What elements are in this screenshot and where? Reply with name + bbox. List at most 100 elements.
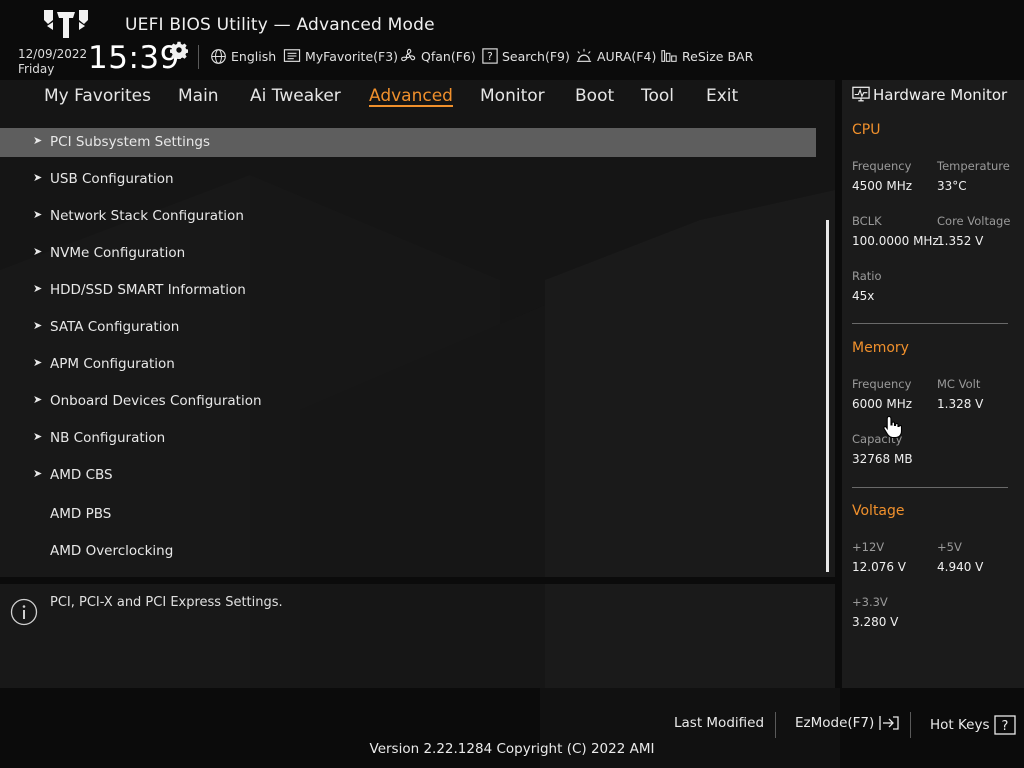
day-text: Friday: [18, 62, 55, 76]
hotkeys-button[interactable]: Hot Keys ?: [930, 715, 1016, 735]
voltage-12v-value: 12.076 V: [852, 560, 907, 574]
favorite-list-icon: [283, 49, 301, 62]
menu-item-label: NB Configuration: [50, 430, 166, 446]
qfan-button[interactable]: Qfan(F6): [399, 46, 476, 66]
submenu-arrow-icon: ➤: [33, 171, 43, 184]
item-description: PCI, PCI-X and PCI Express Settings.: [50, 595, 283, 610]
section-divider: [852, 487, 1008, 488]
submenu-arrow-icon: ➤: [33, 245, 43, 258]
resize-bar-icon: [661, 50, 677, 62]
voltage-5v-label: +5V: [937, 540, 962, 554]
last-modified-label: Last Modified: [674, 715, 765, 731]
menu-item-hdd-ssd-smart[interactable]: ➤ HDD/SSD SMART Information: [0, 276, 816, 305]
tab-exit[interactable]: Exit: [706, 86, 738, 106]
menu-item-label: AMD PBS: [50, 506, 112, 522]
menu-item-pci-subsystem[interactable]: ➤ PCI Subsystem Settings: [0, 128, 816, 157]
tab-my-favorites[interactable]: My Favorites: [44, 86, 151, 106]
date-text: 12/09/2022: [18, 47, 88, 61]
clock-time[interactable]: 15:39: [88, 40, 180, 76]
cpu-temperature-label: Temperature: [937, 159, 1010, 173]
submenu-arrow-icon: ➤: [33, 430, 43, 443]
exit-arrow-icon: [879, 716, 899, 730]
top-nav: My Favorites Main Ai Tweaker Advanced Mo…: [0, 80, 835, 110]
menu-item-apm-configuration[interactable]: ➤ APM Configuration: [0, 350, 816, 379]
footer-divider: [775, 712, 776, 738]
menu-item-nvme-configuration[interactable]: ➤ NVMe Configuration: [0, 239, 816, 268]
voltage-5v-value: 4.940 V: [937, 560, 984, 574]
search-label: Search(F9): [502, 48, 570, 64]
cpu-temperature-value: 33°C: [937, 179, 967, 193]
myfavorite-button[interactable]: MyFavorite(F3): [283, 46, 398, 66]
menu-item-label: HDD/SSD SMART Information: [50, 282, 246, 298]
ezmode-button[interactable]: EzMode(F7): [795, 715, 900, 731]
fan-icon: [401, 48, 416, 62]
menu-item-amd-overclocking[interactable]: AMD Overclocking: [0, 537, 816, 566]
monitor-screen-icon: [852, 86, 870, 102]
memory-mc-volt-label: MC Volt: [937, 377, 981, 391]
submenu-arrow-icon: ➤: [33, 134, 43, 147]
description-divider: [0, 577, 835, 584]
last-modified-button[interactable]: Last Modified: [674, 715, 764, 731]
menu-item-label: PCI Subsystem Settings: [50, 134, 211, 150]
submenu-arrow-icon: ➤: [33, 282, 43, 295]
tab-tool[interactable]: Tool: [641, 86, 674, 106]
aura-light-icon: [576, 48, 592, 62]
language-label: English: [231, 48, 277, 64]
header-divider: [198, 45, 199, 69]
tab-boot[interactable]: Boot: [575, 86, 614, 106]
menu-item-label: AMD CBS: [50, 467, 113, 483]
help-question-icon: ?: [993, 715, 1016, 735]
main-panel: My Favorites Main Ai Tweaker Advanced Mo…: [0, 80, 835, 688]
tab-advanced[interactable]: Advanced: [369, 86, 453, 106]
language-button[interactable]: English: [210, 46, 276, 66]
tab-monitor[interactable]: Monitor: [480, 86, 545, 106]
search-button[interactable]: ? Search(F9): [482, 46, 570, 66]
section-divider: [852, 323, 1008, 324]
menu-item-usb-configuration[interactable]: ➤ USB Configuration: [0, 165, 816, 194]
tab-ai-tweaker[interactable]: Ai Tweaker: [250, 86, 341, 106]
menu-item-label: Onboard Devices Configuration: [50, 393, 262, 409]
hand-cursor-icon: [883, 415, 903, 439]
menu-item-network-stack[interactable]: ➤ Network Stack Configuration: [0, 202, 816, 231]
footer-divider: [910, 712, 911, 738]
voltage-12v-label: +12V: [852, 540, 885, 554]
resize-bar-label: ReSize BAR: [682, 48, 754, 64]
voltage-3v3-value: 3.280 V: [852, 615, 899, 629]
menu-item-nb-configuration[interactable]: ➤ NB Configuration: [0, 424, 816, 453]
tab-main[interactable]: Main: [178, 86, 219, 106]
menu-item-amd-cbs[interactable]: ➤ AMD CBS: [0, 461, 816, 490]
memory-frequency-label: Frequency: [852, 377, 912, 391]
memory-frequency-value: 6000 MHz: [852, 397, 913, 411]
version-copyright: Version 2.22.1284 Copyright (C) 2022 AMI: [369, 741, 655, 757]
gear-icon[interactable]: [170, 41, 188, 59]
cpu-frequency-value: 4500 MHz: [852, 179, 913, 193]
aura-button[interactable]: AURA(F4): [575, 46, 656, 66]
resize-bar-button[interactable]: ReSize BAR: [660, 46, 753, 66]
menu-item-label: NVMe Configuration: [50, 245, 186, 261]
cpu-ratio-label: Ratio: [852, 269, 882, 283]
footer-bar: Last Modified EzMode(F7) Hot Keys ? Vers…: [0, 688, 1024, 768]
submenu-arrow-icon: ➤: [33, 208, 43, 221]
memory-mc-volt-value: 1.328 V: [937, 397, 984, 411]
globe-icon: [211, 48, 226, 64]
memory-heading: Memory: [852, 340, 909, 356]
hotkeys-label: Hot Keys: [930, 717, 990, 733]
voltage-3v3-label: +3.3V: [852, 595, 888, 609]
menu-item-onboard-devices[interactable]: ➤ Onboard Devices Configuration: [0, 387, 816, 416]
tuf-logo-icon: [44, 10, 88, 38]
svg-text:?: ?: [487, 50, 493, 63]
menu-item-label: SATA Configuration: [50, 319, 180, 335]
voltage-heading: Voltage: [852, 503, 905, 519]
qfan-label: Qfan(F6): [421, 48, 476, 64]
ezmode-label: EzMode(F7): [795, 715, 875, 731]
date-display: 12/09/2022 Friday: [18, 47, 87, 77]
cpu-bclk-value: 100.0000 MHz: [852, 234, 939, 248]
menu-item-label: USB Configuration: [50, 171, 174, 187]
app-title: UEFI BIOS Utility — Advanced Mode: [125, 15, 435, 35]
scrollbar-thumb[interactable]: [826, 220, 829, 572]
submenu-arrow-icon: ➤: [33, 393, 43, 406]
cpu-core-voltage-value: 1.352 V: [937, 234, 984, 248]
menu-item-sata-configuration[interactable]: ➤ SATA Configuration: [0, 313, 816, 342]
search-question-icon: ?: [482, 48, 498, 64]
menu-item-amd-pbs[interactable]: AMD PBS: [0, 500, 816, 529]
